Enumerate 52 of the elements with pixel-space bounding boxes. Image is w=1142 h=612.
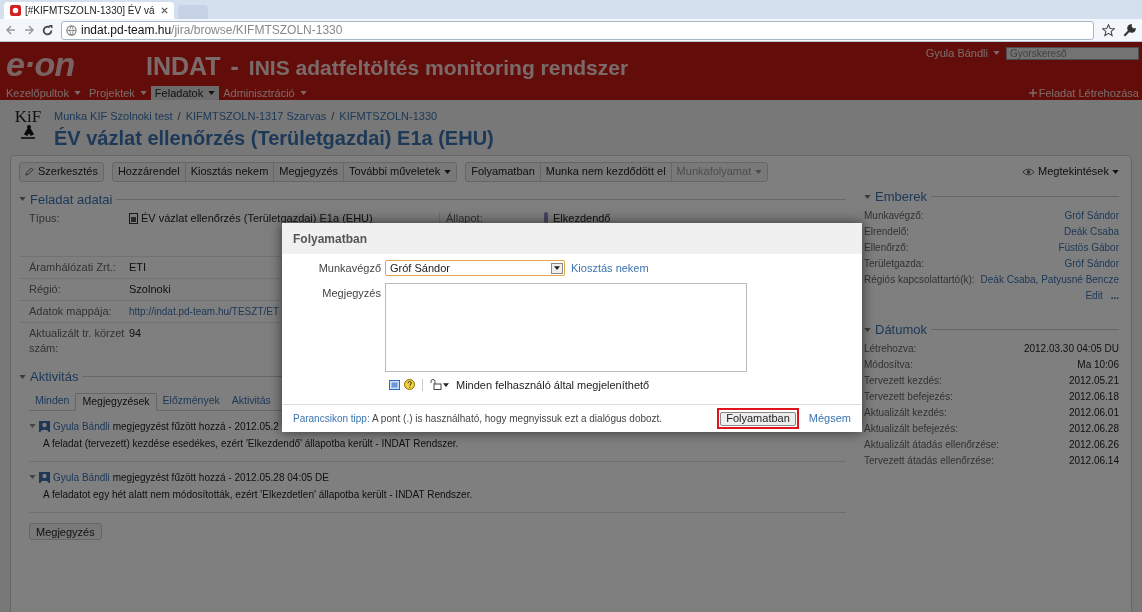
- date-value: Ma 10:06: [1077, 357, 1119, 372]
- date-value: 2012.06.26: [1068, 437, 1119, 452]
- field-label: Tervezett befejezés:: [864, 389, 953, 404]
- date-value: 2012.06.18: [1068, 389, 1119, 404]
- section-heading: Dátumok: [875, 322, 928, 337]
- field-label: Módosítva:: [864, 357, 913, 372]
- section-heading: Aktivitás: [30, 368, 79, 386]
- issue-title: ÉV vázlat ellenőrzés (Területgazdai) E1a (EHU): [54, 125, 494, 151]
- field-label: Aktualizált tr. körzet szám:: [29, 326, 126, 356]
- title-separator: -: [230, 51, 239, 83]
- date-value: 2012.06.01: [1068, 405, 1119, 420]
- field-label: Tervezett átadás ellenőrzése:: [864, 453, 995, 468]
- field-label: Régió:: [29, 282, 62, 297]
- field-label: Létrehozva:: [864, 341, 917, 356]
- field-label: Megjegyzés: [321, 285, 382, 301]
- section-heading: Emberek: [875, 189, 928, 204]
- breadcrumb-separator: /: [177, 109, 181, 124]
- field-label: Munkavégző:: [864, 208, 924, 223]
- comment-body: A feladat (tervezett) kezdése esedékes, ezért 'Elkezdendő' állapotba került - INDAT Rendszer.: [42, 436, 460, 451]
- project-logo: KiF: [10, 108, 46, 146]
- date-value: 2012.05.21: [1068, 373, 1119, 388]
- date-value: 2012.06.14: [1068, 453, 1119, 468]
- field-label: Áramhálózati Zrt.:: [29, 260, 117, 275]
- field-value: Szolnoki: [129, 282, 171, 297]
- visibility-text: Minden felhasználó által megjeleníthető: [456, 377, 650, 393]
- field-label: Aktualizált befejezés:: [864, 421, 958, 436]
- dialog-title: Folyamatban: [293, 230, 367, 248]
- field-label: Adatok mappája:: [29, 304, 113, 319]
- app-name: INDAT: [146, 51, 221, 83]
- field-label: Típus:: [29, 212, 61, 226]
- field-label: Aktualizált kezdés:: [864, 405, 947, 420]
- field-value: ETI: [129, 260, 147, 275]
- url-text: indat.pd-team.hu/jira/browse/KIFMTSZOLN-1330: [81, 22, 343, 39]
- field-label: Tervezett kezdés:: [864, 373, 942, 388]
- shortcut-tip: Parancsikon tipp: A pont (.) is használható, hogy megnyissuk ezt a dialógus dobozt.: [293, 412, 663, 426]
- comment-meta: megjegyzést fűzött hozzá - 2012.05.28 04:05 DE: [112, 470, 329, 485]
- comment-meta: megjegyzést fűzött hozzá - 2012.05.2: [112, 419, 279, 434]
- date-value: 2012.03.30 04:05 DU: [1023, 341, 1119, 356]
- section-heading: Feladat adatai: [30, 190, 113, 209]
- field-value: 94: [129, 326, 142, 341]
- breadcrumb-separator: /: [331, 109, 335, 124]
- field-label: Munkavégző: [317, 261, 382, 276]
- field-label: Elrendelő:: [864, 224, 910, 239]
- field-label: Ellenőrző:: [864, 240, 909, 255]
- field-label: Területgazda:: [864, 256, 925, 271]
- field-label: Régiós kapcsolattartó(k):: [864, 272, 975, 287]
- comment-body: A feladatot egy hét alatt nem módosították, ezért 'Elkezdetlen' állapotba került - INDAT Rendszer.: [42, 487, 474, 502]
- eon-logo: e·on: [6, 47, 76, 81]
- tab-title: [#KIFMTSZOLN-1330] ÉV vá: [25, 3, 156, 18]
- app-subtitle: INIS adatfeltöltés monitoring rendszer: [248, 55, 629, 82]
- date-value: 2012.06.28: [1068, 421, 1119, 436]
- field-label: Aktualizált átadás ellenőrzése:: [864, 437, 1000, 452]
